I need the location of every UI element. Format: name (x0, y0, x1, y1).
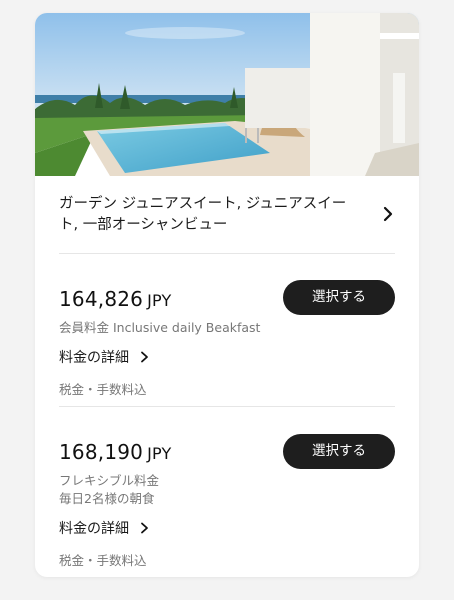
room-photo (35, 13, 419, 176)
chevron-right-icon (383, 206, 393, 222)
divider (59, 406, 395, 407)
select-button[interactable]: 選択する (283, 434, 395, 469)
price: 164,826 JPY (59, 287, 172, 311)
price-currency: JPY (147, 291, 172, 310)
rate-description: フレキシブル料金 毎日2名様の朝食 (59, 472, 159, 508)
room-title-row[interactable]: ガーデン ジュニアスイート, ジュニアスイート, 一部オーシャンビュー (59, 194, 395, 240)
room-title: ガーデン ジュニアスイート, ジュニアスイート, 一部オーシャンビュー (59, 196, 347, 233)
rate-details-link[interactable]: 料金の詳細 (59, 347, 151, 367)
rate-details-label: 料金の詳細 (59, 521, 129, 537)
price-amount: 168,190 (59, 440, 144, 464)
tax-note: 税金・手数料込 (59, 553, 147, 568)
rate-description: 会員料金 Inclusive daily Beakfast (59, 319, 260, 337)
rate-details-label: 料金の詳細 (59, 350, 129, 366)
divider (59, 253, 395, 254)
rate-name: フレキシブル料金 (59, 473, 160, 488)
chevron-right-icon (141, 351, 149, 363)
rate-inclusion: 毎日2名様の朝食 (59, 491, 155, 506)
price-amount: 164,826 (59, 287, 144, 311)
tax-note: 税金・手数料込 (59, 382, 147, 397)
rate-details-link[interactable]: 料金の詳細 (59, 518, 151, 538)
price: 168,190 JPY (59, 440, 172, 464)
rate-name: 会員料金 Inclusive daily Beakfast (59, 320, 261, 335)
room-card: ガーデン ジュニアスイート, ジュニアスイート, 一部オーシャンビュー 164,… (35, 13, 419, 577)
price-currency: JPY (147, 444, 172, 463)
chevron-right-icon (141, 522, 149, 534)
select-button[interactable]: 選択する (283, 280, 395, 315)
